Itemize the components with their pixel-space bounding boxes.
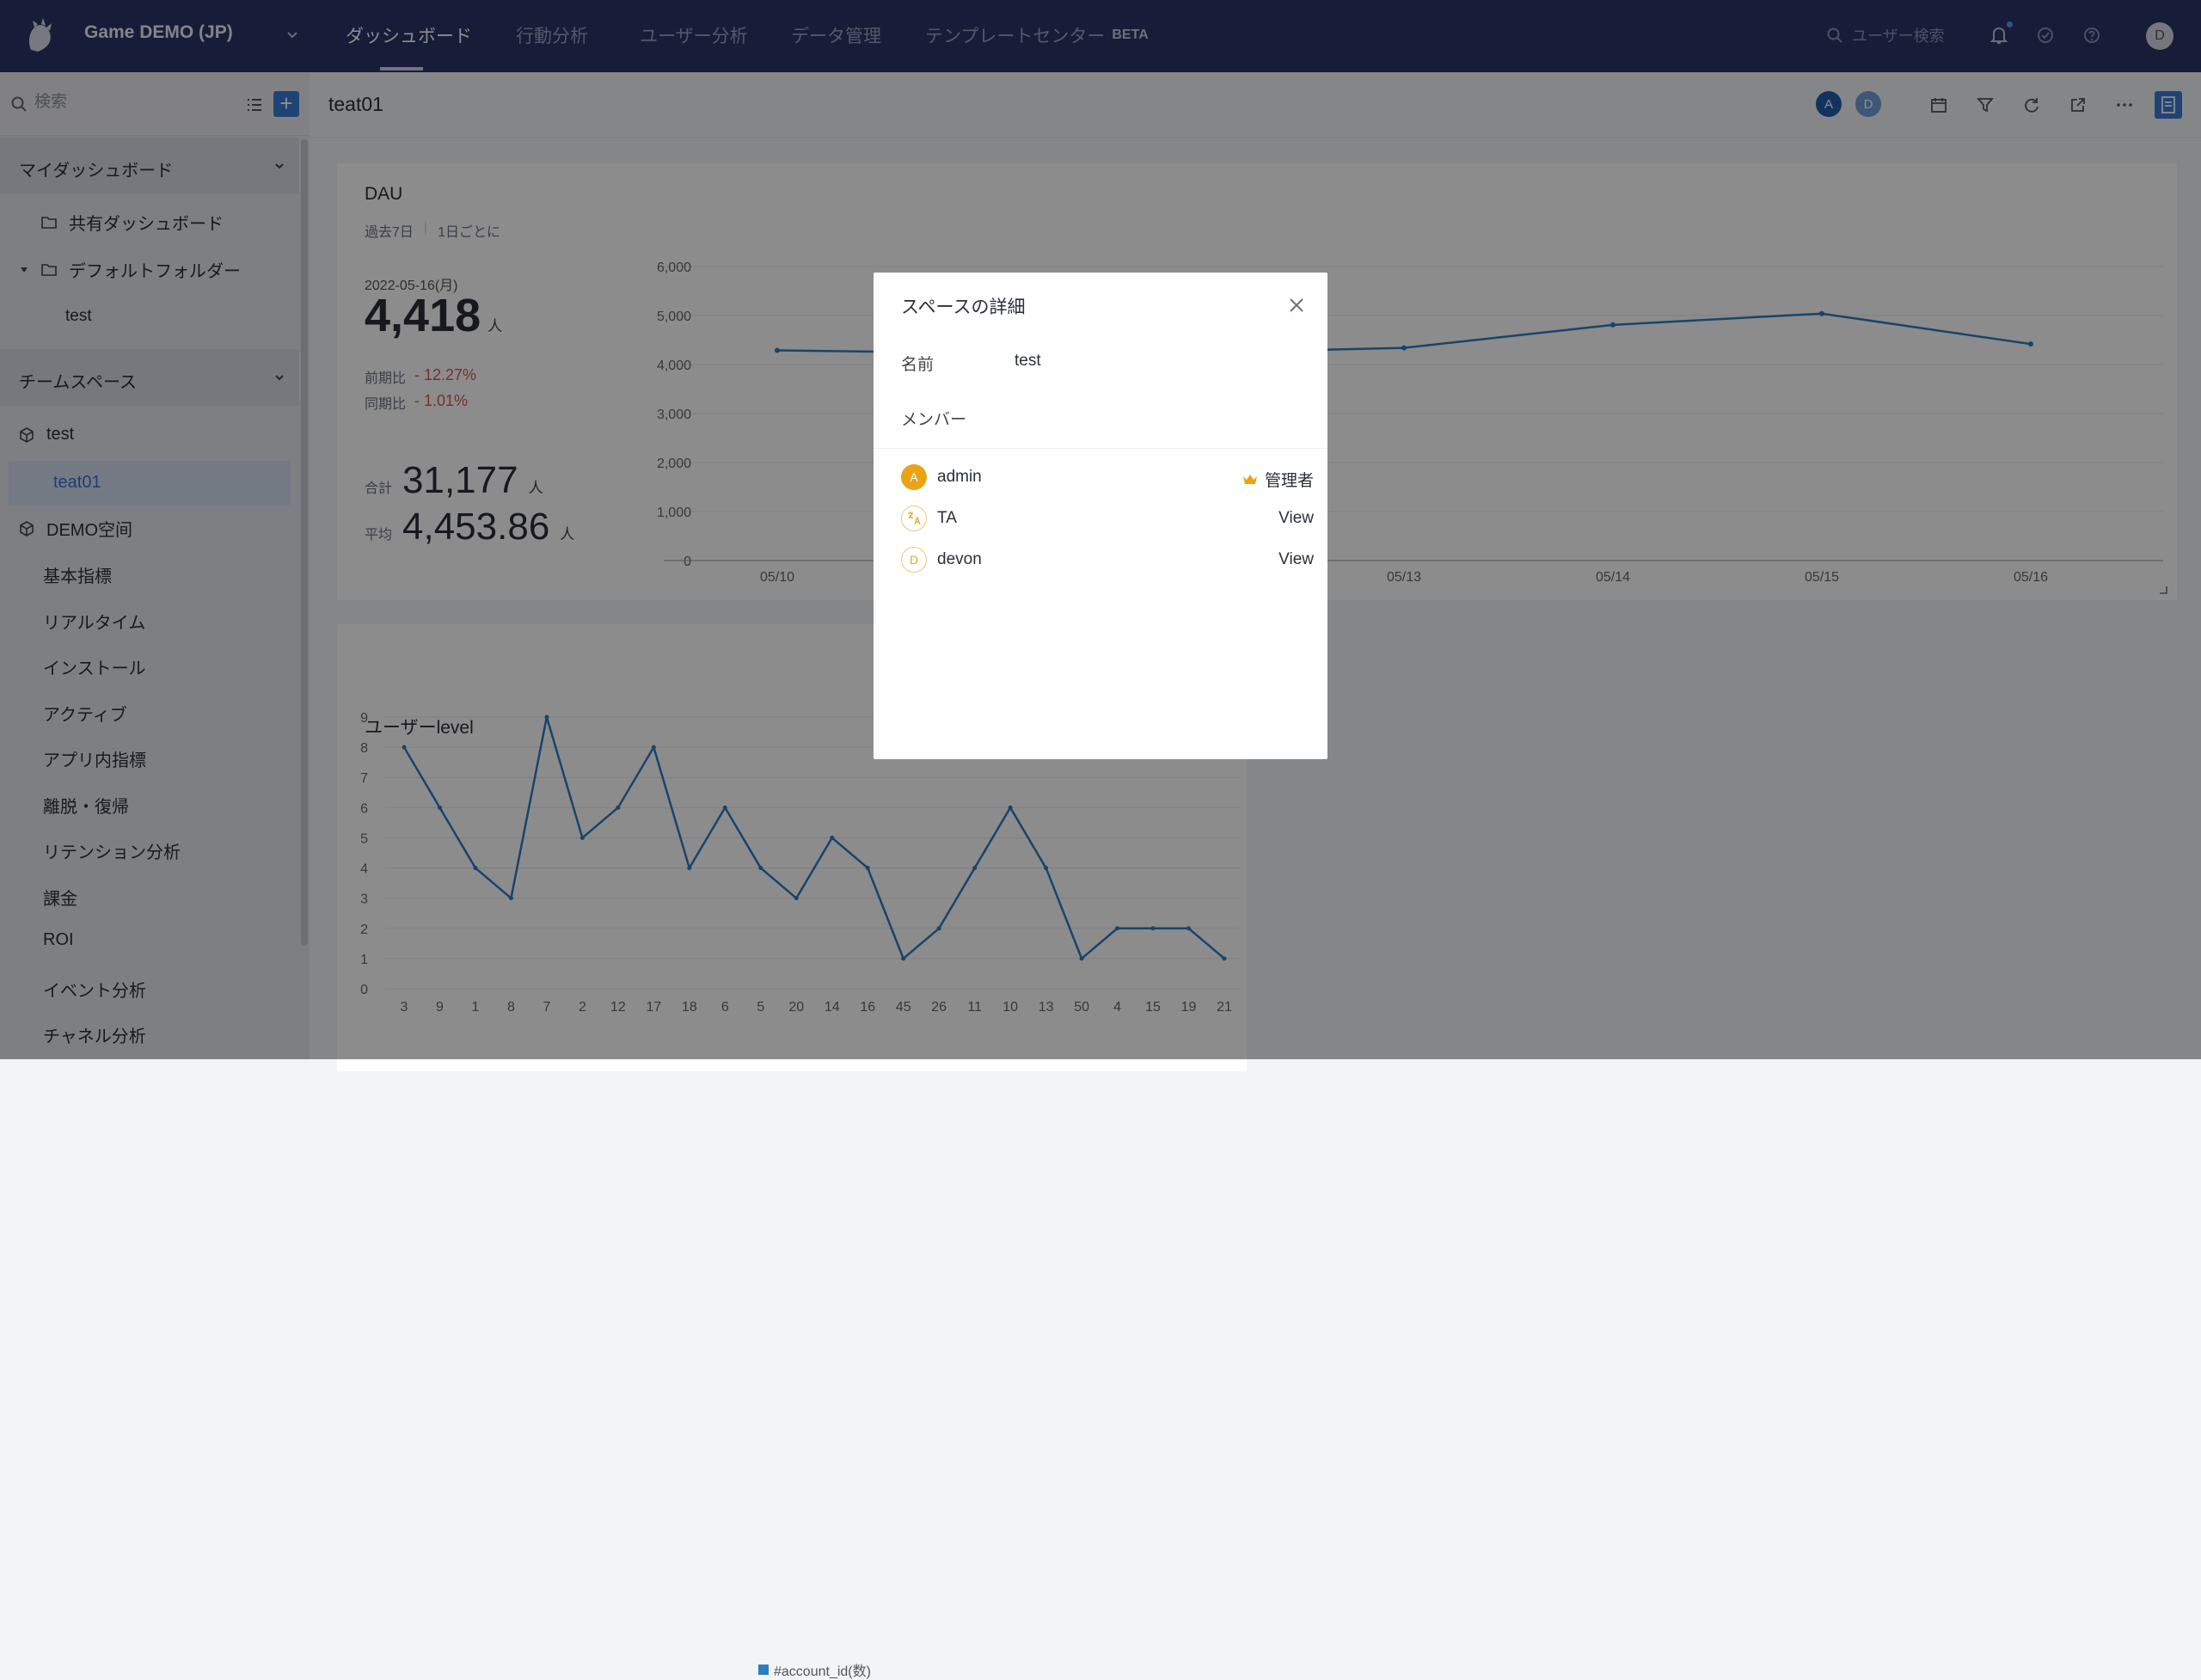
chart-legend[interactable]: #account_id(数): [758, 1659, 871, 1680]
member-role: View: [1278, 550, 1314, 568]
member-name: TA: [937, 509, 957, 527]
divider: [874, 448, 1327, 449]
member-name: devon: [937, 550, 982, 568]
legend-swatch: [758, 1665, 769, 1675]
translate-icon: [908, 512, 921, 525]
members-label: メンバー: [901, 411, 967, 429]
space-details-modal: スペースの詳細 名前 test メンバー A admin 管理者 TA View…: [874, 273, 1327, 759]
member-row: A admin 管理者: [901, 462, 1314, 493]
legend-label: #account_id(数): [774, 1665, 871, 1679]
member-avatar: D: [901, 547, 927, 573]
member-row: TA View: [901, 503, 1314, 534]
member-avatar: A: [901, 464, 927, 490]
member-row: D devon View: [901, 544, 1314, 575]
member-avatar: [901, 506, 927, 531]
crown-icon: [1242, 474, 1257, 484]
member-role: 管理者: [1242, 468, 1314, 491]
member-name: admin: [937, 468, 982, 486]
member-role: View: [1278, 509, 1314, 527]
member-role-label: 管理者: [1264, 472, 1314, 490]
name-label: 名前: [901, 356, 935, 374]
name-value: test: [1015, 352, 1041, 370]
modal-title: スペースの詳細: [901, 297, 1026, 317]
close-icon[interactable]: [1286, 295, 1307, 316]
